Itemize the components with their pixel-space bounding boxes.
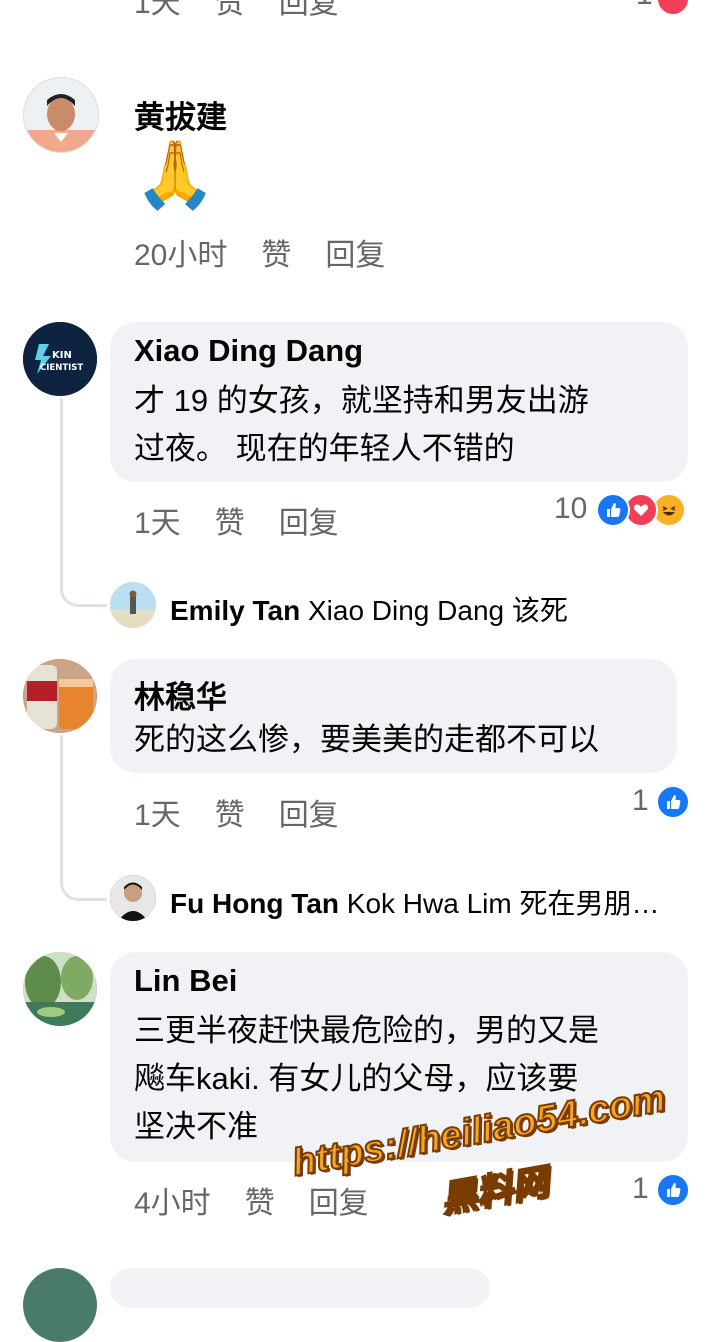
- comment-text-line: 才 19 的女孩，就坚持和男友出游: [134, 383, 589, 418]
- avatar[interactable]: [23, 659, 97, 733]
- commenter-name[interactable]: 黄拔建: [134, 92, 227, 137]
- like-reaction-icon: [596, 493, 630, 527]
- reply-button[interactable]: 回复: [279, 507, 339, 540]
- comment-time: 4小时: [134, 1187, 211, 1220]
- reaction-count[interactable]: 1: [632, 1172, 649, 1206]
- comment-time: 20小时: [134, 239, 228, 272]
- commenter-name[interactable]: Xiao Ding Dang: [134, 333, 363, 369]
- comment-meta: 1天 赞 回复: [134, 498, 373, 542]
- reply-snippet: Xiao Ding Dang 该死: [307, 595, 568, 626]
- like-button[interactable]: 赞: [261, 239, 291, 272]
- top-reaction-count[interactable]: 1: [636, 0, 653, 12]
- beach-photo-icon: [110, 582, 156, 628]
- comment-text-line: 过夜。 现在的年轻人不错的: [134, 431, 515, 466]
- comment-meta: 1天 赞 回复: [134, 790, 373, 834]
- comment-text-line: 死的这么惨，要美美的走都不可以: [134, 722, 599, 757]
- commenter-name[interactable]: Lin Bei: [134, 963, 237, 999]
- prayer-emoji: 🙏: [134, 137, 217, 211]
- comment-time: 1天: [134, 799, 181, 832]
- comment-time: 1天: [134, 507, 181, 540]
- comment-text-line: 坚决不准: [134, 1109, 258, 1144]
- reply-avatar[interactable]: [110, 875, 156, 921]
- top-comment-meta: 1天 赞 回复: [134, 0, 373, 22]
- reply-button[interactable]: 回复: [279, 799, 339, 832]
- thread-connector: [60, 398, 107, 607]
- watermark-site-name: 黑料网: [437, 1160, 552, 1221]
- top-time: 1天: [134, 0, 181, 20]
- avatar-logo-text: KIN: [52, 350, 72, 361]
- avatar[interactable]: [23, 77, 99, 153]
- person-photo-icon: [110, 875, 156, 921]
- drink-photo-icon: [23, 659, 97, 733]
- svg-text:CIENTIST: CIENTIST: [40, 363, 83, 373]
- reply-author[interactable]: Emily Tan: [170, 595, 300, 626]
- comment-meta: 20小时赞 回复: [134, 230, 419, 274]
- comment-bubble[interactable]: [110, 1268, 490, 1308]
- reply-snippet: Kok Hwa Lim 死在男朋…: [346, 888, 660, 919]
- top-reaction-icon: [656, 0, 690, 16]
- like-reaction-icon: [656, 785, 690, 819]
- reaction-count[interactable]: 10: [554, 492, 587, 526]
- reply-avatar[interactable]: [110, 582, 156, 628]
- thread-connector: [60, 735, 107, 901]
- nature-photo-icon: [23, 952, 97, 1026]
- reply-preview[interactable]: Emily Tan Xiao Ding Dang 该死: [170, 589, 568, 629]
- commenter-name[interactable]: 林稳华: [134, 672, 227, 717]
- top-reply-button[interactable]: 回复: [279, 0, 339, 20]
- comment-text-line: 飚车kaki. 有女儿的父母，应该要: [134, 1061, 579, 1096]
- skin-scientist-logo-icon: KIN CIENTIST: [23, 322, 97, 396]
- avatar[interactable]: [23, 1268, 97, 1342]
- comment-meta: 4小时 赞 回复: [134, 1178, 403, 1222]
- reaction-count[interactable]: 1: [632, 784, 649, 818]
- person-photo-icon: [24, 78, 98, 152]
- like-button[interactable]: 赞: [215, 799, 245, 832]
- reply-preview[interactable]: Fu Hong Tan Kok Hwa Lim 死在男朋…: [170, 882, 660, 922]
- avatar[interactable]: [23, 952, 97, 1026]
- top-like-button[interactable]: 赞: [215, 0, 245, 20]
- reply-button[interactable]: 回复: [325, 239, 385, 272]
- reply-author[interactable]: Fu Hong Tan: [170, 888, 339, 919]
- like-button[interactable]: 赞: [245, 1187, 275, 1220]
- like-reaction-icon: [656, 1173, 690, 1207]
- comment-text-line: 三更半夜赶快最危险的，男的又是: [134, 1013, 599, 1048]
- reply-button[interactable]: 回复: [309, 1187, 369, 1220]
- like-button[interactable]: 赞: [215, 507, 245, 540]
- avatar[interactable]: KIN CIENTIST: [23, 322, 97, 396]
